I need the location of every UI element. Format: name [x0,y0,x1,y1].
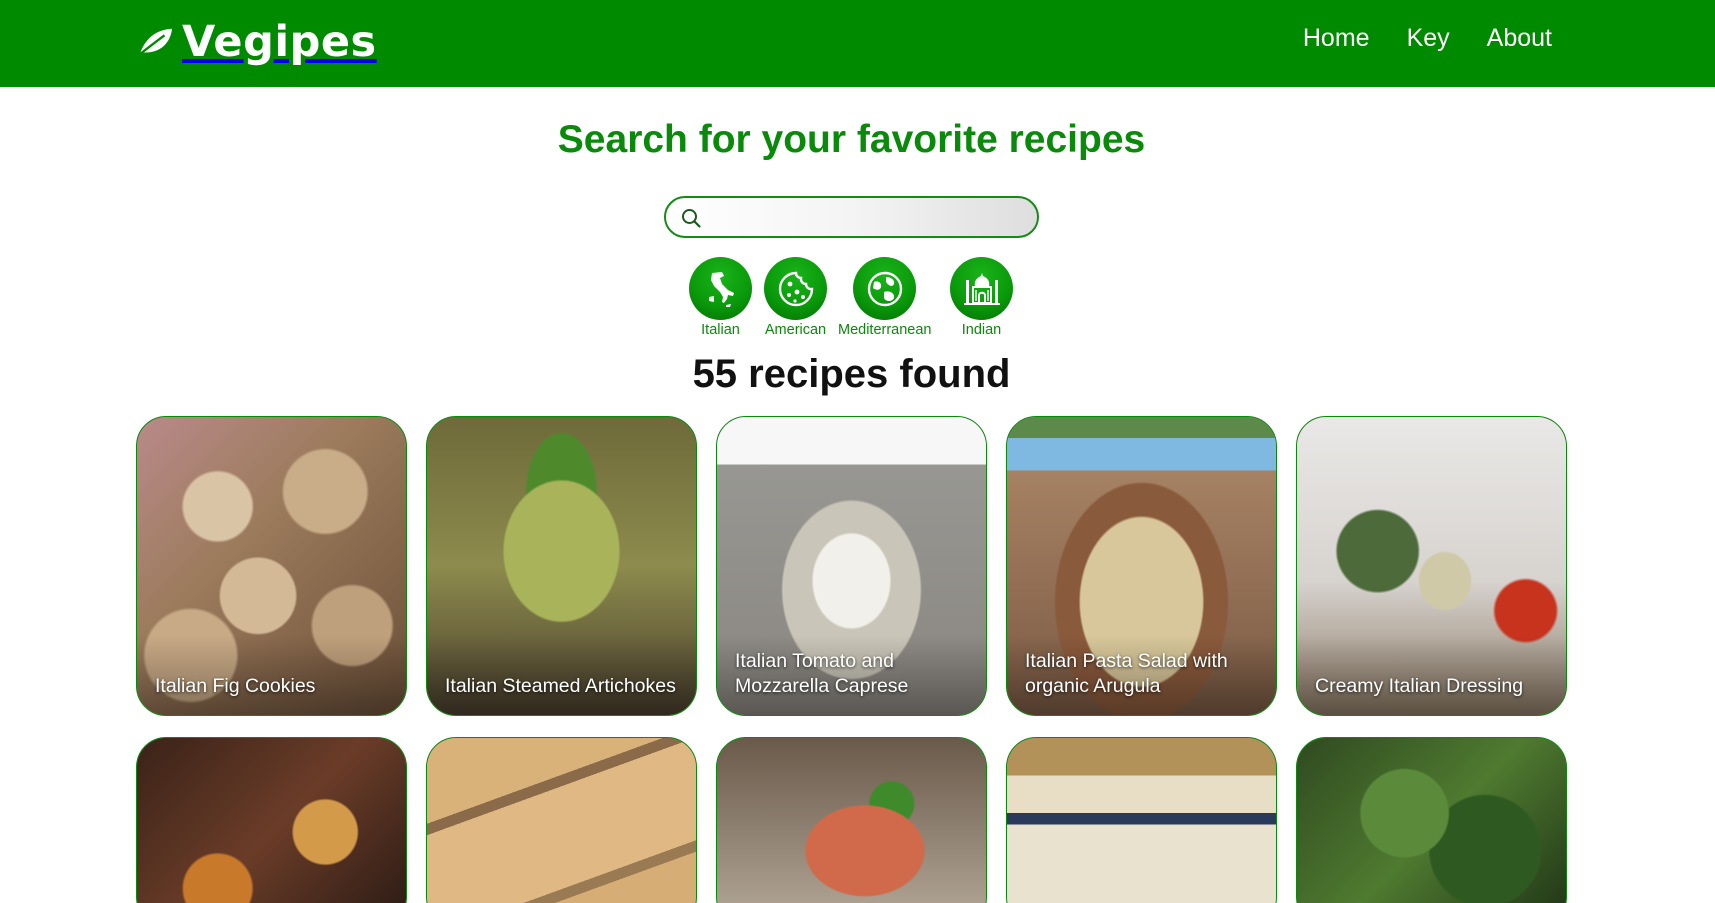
recipe-card[interactable] [1296,737,1567,903]
filter-american[interactable]: American [764,257,827,338]
nav-home-link[interactable]: Home [1303,22,1370,54]
search-heading: Search for your favorite recipes [557,118,1146,161]
results-count: 55 recipes found [692,352,1011,396]
nav-key-link[interactable]: Key [1407,22,1450,54]
recipe-photo [427,738,696,903]
filter-italian[interactable]: Italian [689,257,752,338]
recipe-title: Italian Pasta Salad with organic Arugula [1025,650,1228,697]
italy-map-icon [708,271,734,307]
recipe-photo [137,738,406,903]
search-input[interactable] [712,202,1027,232]
taj-mahal-icon [963,272,1000,305]
search-bar[interactable] [664,196,1039,238]
filter-indian[interactable]: Indian [950,257,1013,338]
main-nav: Home Key About [1303,22,1552,54]
recipe-card[interactable] [1006,737,1277,903]
filter-italian-button[interactable] [689,257,752,320]
filter-mediterranean-label: Mediterranean [838,322,932,338]
recipe-title: Italian Steamed Artichokes [445,675,676,697]
filter-mediterranean[interactable]: Mediterranean [838,257,932,338]
top-nav-bar: Vegipes Home Key About [0,0,1715,87]
filter-american-label: American [764,322,827,338]
recipe-card[interactable]: Italian Pasta Salad with organic Arugula [1006,416,1277,716]
filter-indian-button[interactable] [950,257,1013,320]
recipe-photo [717,738,986,903]
filter-mediterranean-button[interactable] [853,257,917,320]
recipe-card[interactable] [426,737,697,903]
cookie-icon [778,271,813,306]
recipe-photo [1007,738,1276,903]
brand-logo[interactable]: Vegipes [136,14,377,70]
filter-american-button[interactable] [764,257,827,320]
recipe-card[interactable]: Italian Steamed Artichokes [426,416,697,716]
nav-about-link[interactable]: About [1487,22,1552,54]
recipe-card[interactable] [716,737,987,903]
recipe-card[interactable]: Italian Tomato and Mozzarella Caprese [716,416,987,716]
search-icon [682,209,701,228]
recipe-card[interactable] [136,737,407,903]
leaf-icon [139,28,173,56]
recipe-card[interactable]: Italian Fig Cookies [136,416,407,716]
brand-name: Vegipes [182,17,377,67]
filter-italian-label: Italian [701,322,740,338]
recipe-card[interactable]: Creamy Italian Dressing [1296,416,1567,716]
recipe-title: Creamy Italian Dressing [1315,675,1524,697]
recipe-title: Italian Tomato and Mozzarella Caprese [735,650,909,697]
recipe-title: Italian Fig Cookies [155,675,316,697]
globe-icon [867,271,902,306]
recipe-photo [1297,738,1566,903]
filter-indian-label: Indian [961,322,1002,338]
